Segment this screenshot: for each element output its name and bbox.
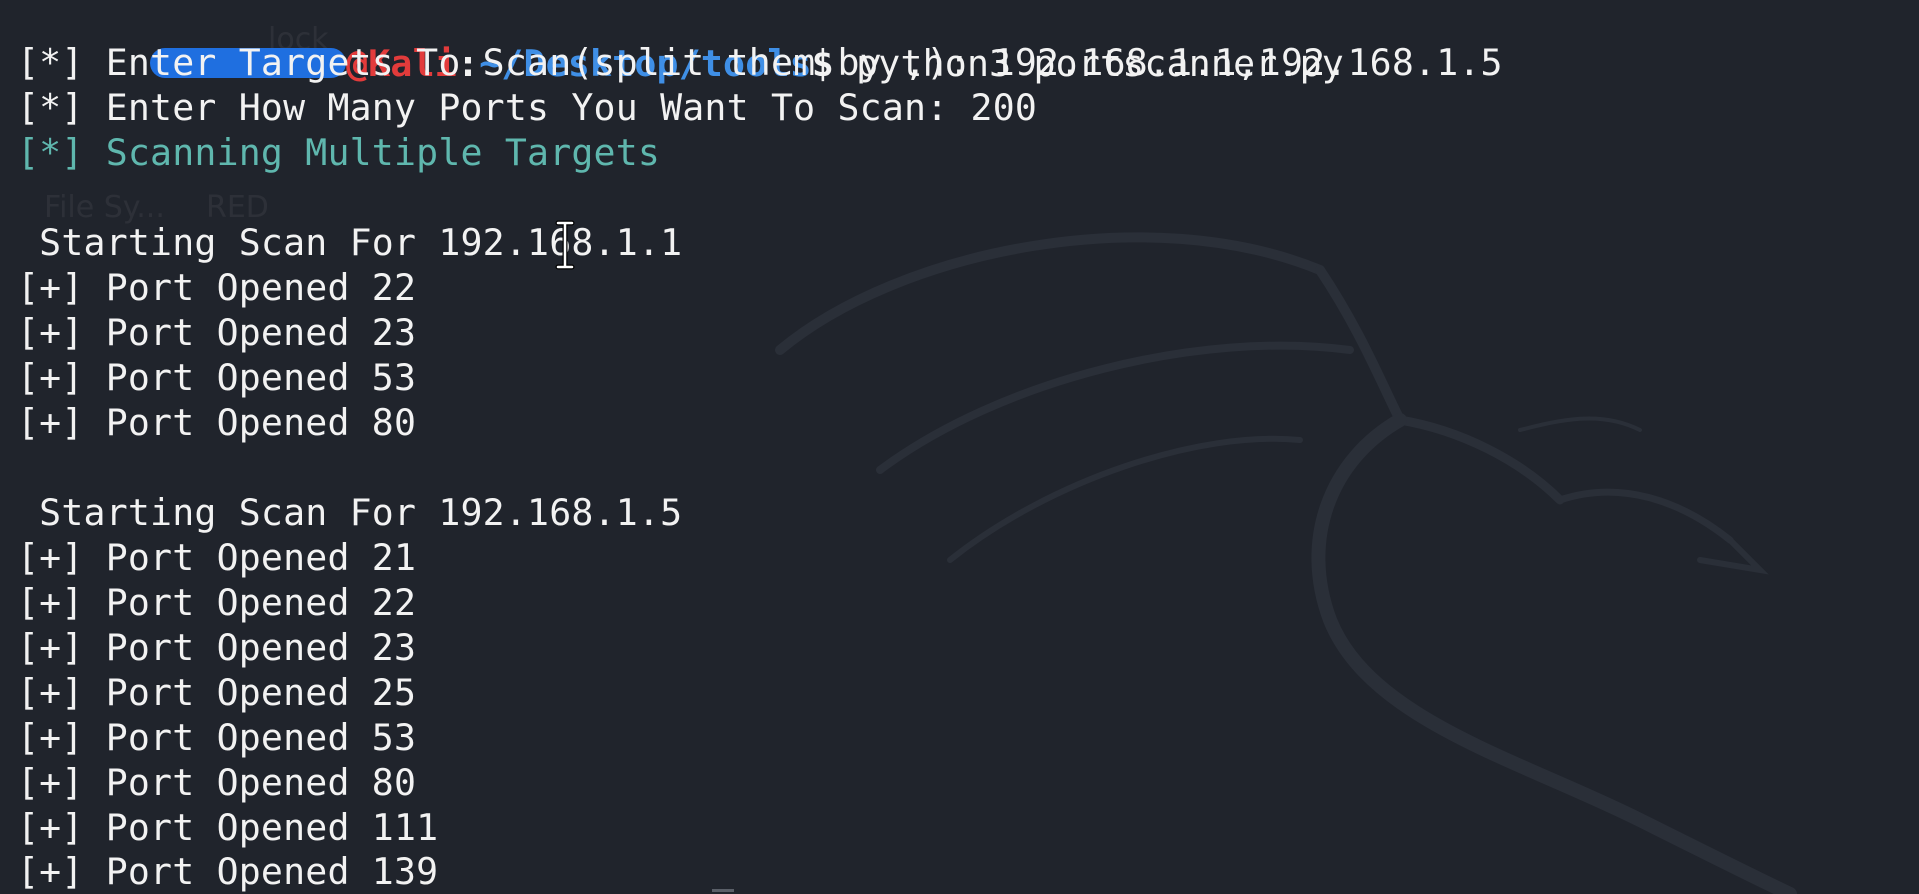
port-line: [+] Port Opened 22 (17, 266, 417, 309)
port-line: [+] Port Opened 80 (17, 401, 417, 444)
port-line: [+] Port Opened 53 (17, 356, 417, 399)
port-line: [+] Port Opened 111 (17, 806, 439, 849)
port-line: [+] Port Opened 80 (17, 761, 417, 804)
status-line: [*] Scanning Multiple Targets (17, 131, 661, 174)
port-line: [+] Port Opened 23 (17, 311, 417, 354)
port-line: [+] Port Opened 139 (17, 850, 439, 893)
output-line: [*] Enter Targets To Scan(split them by … (17, 41, 1503, 84)
terminal-window[interactable]: File Sy... RED lock @Kali:~/Desktop/tool… (0, 0, 1919, 894)
output-line: [*] Enter How Many Ports You Want To Sca… (17, 86, 1038, 129)
scan-heading: Starting Scan For 192.168.1.5 (17, 491, 683, 534)
port-line: [+] Port Opened 25 (17, 671, 417, 714)
text-cursor-icon (555, 220, 575, 270)
scan-heading: Starting Scan For 192.168.1.1 (17, 221, 683, 264)
port-line: [+] Port Opened 53 (17, 716, 417, 759)
port-line: [+] Port Opened 23 (17, 626, 417, 669)
shell-prompt-line[interactable]: @Kali:~/Desktop/tools$ python3 portscann… (17, 0, 1344, 85)
port-line: [+] Port Opened 21 (17, 536, 417, 579)
text-caret-mark (712, 889, 734, 892)
port-line: [+] Port Opened 22 (17, 581, 417, 624)
